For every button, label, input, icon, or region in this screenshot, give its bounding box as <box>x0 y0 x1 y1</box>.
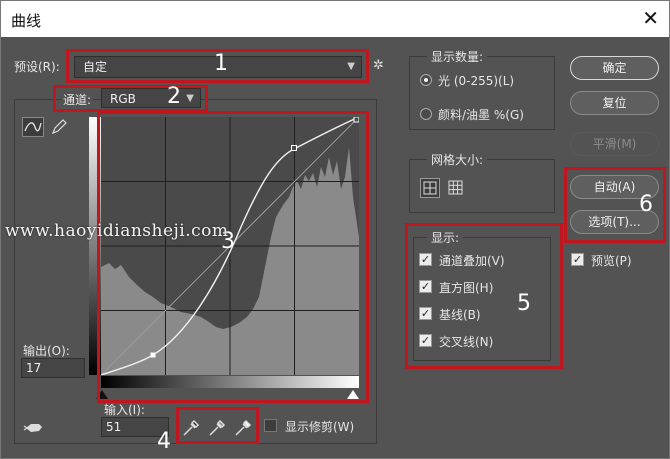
curves-dialog: 曲线 ✕ 预设(R): 自定 ▼ ✲ 1 通道: RGB ▼ 2 3 www.h… <box>0 0 670 459</box>
gear-icon[interactable]: ✲ <box>373 58 384 73</box>
detailed-grid-icon[interactable] <box>447 179 465 197</box>
annotation-box-2 <box>53 85 208 112</box>
watermark-text: www.haoyidiansheji.com <box>5 221 229 241</box>
light-radio-label: 光 (0-255)(L) <box>438 74 515 88</box>
pigment-radio-label: 颜料/油墨 %(G) <box>438 108 524 122</box>
output-label: 输出(O): <box>23 344 70 358</box>
preset-label: 预设(R): <box>14 60 60 74</box>
light-radio[interactable] <box>420 74 432 86</box>
close-icon[interactable]: ✕ <box>642 7 659 29</box>
grid-size-title: 网格大小: <box>427 151 488 168</box>
pencil-icon[interactable] <box>49 117 69 137</box>
curve-tool-icon <box>24 122 42 132</box>
preview-label: 预览(P) <box>591 254 632 268</box>
input-label: 输入(I): <box>104 403 145 417</box>
annotation-number-5: 5 <box>517 291 531 316</box>
show-clipping-label: 显示修剪(W) <box>285 420 355 434</box>
pigment-radio[interactable] <box>420 108 432 120</box>
annotation-number-2: 2 <box>167 84 181 109</box>
simple-grid-icon <box>423 181 437 195</box>
dialog-title: 曲线 <box>11 12 42 30</box>
ok-button[interactable]: 确定 <box>570 56 659 80</box>
annotation-box-5 <box>405 223 563 369</box>
output-field[interactable]: 17 <box>21 358 85 378</box>
show-clipping-checkbox[interactable] <box>264 419 277 432</box>
title-bar: 曲线 ✕ <box>1 1 669 37</box>
curve-tool-button[interactable] <box>22 117 44 137</box>
annotation-box-3 <box>97 111 369 403</box>
smooth-button[interactable]: 平滑(M) <box>570 132 659 156</box>
annotation-number-1: 1 <box>214 51 228 76</box>
display-amount-title: 显示数量: <box>427 48 488 65</box>
target-adjust-hand-icon[interactable] <box>23 419 45 437</box>
annotation-number-6: 6 <box>639 192 653 217</box>
reset-button[interactable]: 复位 <box>570 91 659 115</box>
annotation-number-4: 4 <box>157 429 171 454</box>
simple-grid-button[interactable] <box>420 178 440 198</box>
preview-checkbox[interactable]: ✓ <box>571 253 584 266</box>
annotation-box-4 <box>176 407 259 444</box>
